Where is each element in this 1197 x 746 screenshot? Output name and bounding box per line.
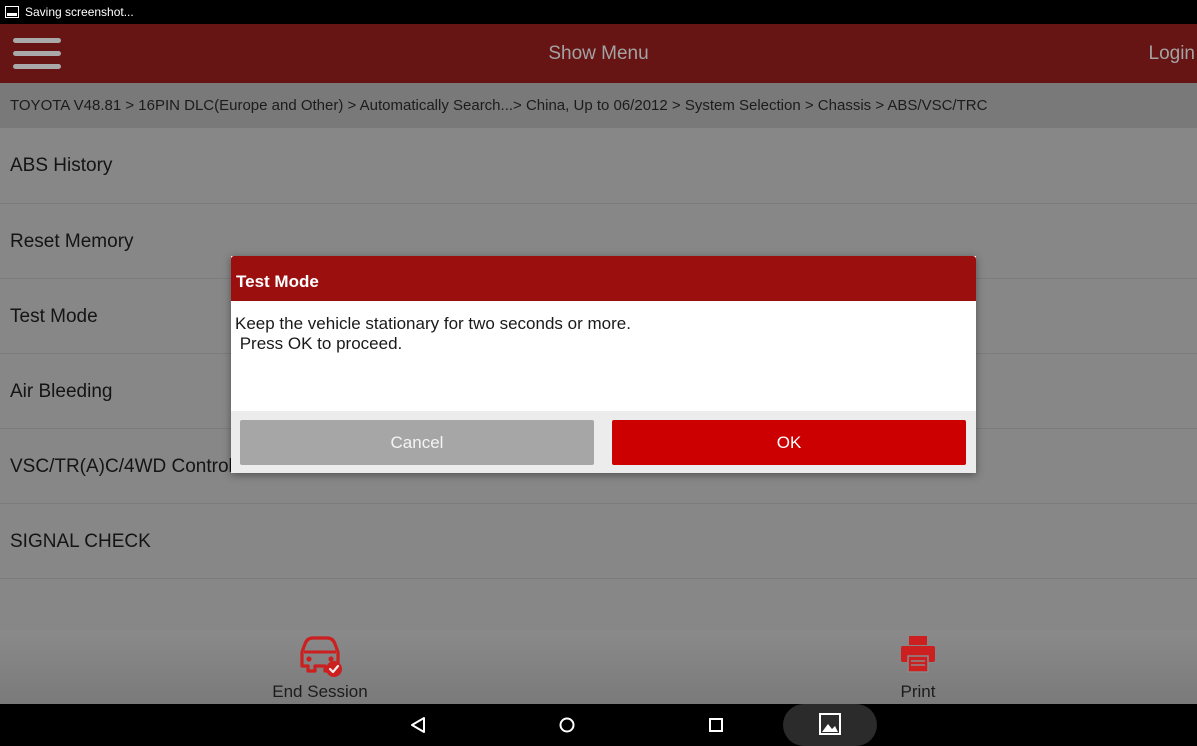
end-session-button[interactable]: End Session	[240, 630, 400, 704]
status-text: Saving screenshot...	[25, 5, 134, 19]
end-session-label: End Session	[272, 682, 368, 701]
gallery-icon[interactable]	[783, 704, 877, 746]
back-icon[interactable]	[398, 704, 438, 746]
menu-icon[interactable]	[13, 36, 61, 72]
android-nav-bar	[0, 704, 1197, 746]
test-mode-dialog: Test Mode Keep the vehicle stationary fo…	[231, 256, 976, 473]
top-app-bar: Show Menu Login	[0, 24, 1197, 83]
breadcrumb: TOYOTA V48.81 > 16PIN DLC(Europe and Oth…	[0, 83, 1197, 128]
menu-item-signal-check[interactable]: SIGNAL CHECK	[0, 504, 1197, 579]
dialog-message-line2: Press OK to proceed.	[235, 334, 403, 353]
ok-button[interactable]: OK	[612, 420, 966, 465]
print-button[interactable]: Print	[838, 630, 998, 704]
dialog-button-bar: Cancel OK	[231, 411, 976, 473]
show-menu-title[interactable]: Show Menu	[0, 24, 1197, 83]
screenshot-icon	[5, 6, 19, 18]
car-check-icon	[300, 636, 342, 677]
dialog-title: Test Mode	[231, 256, 976, 301]
print-label: Print	[900, 682, 936, 701]
bottom-toolbar: End Session Print	[0, 630, 1197, 704]
cancel-button[interactable]: Cancel	[240, 420, 594, 465]
recents-icon[interactable]	[696, 704, 736, 746]
dialog-message: Keep the vehicle stationary for two seco…	[231, 301, 976, 411]
menu-item-abs-history[interactable]: ABS History	[0, 128, 1197, 204]
home-icon[interactable]	[547, 704, 587, 746]
dialog-message-line1: Keep the vehicle stationary for two seco…	[235, 314, 631, 333]
login-button[interactable]: Login	[1149, 24, 1196, 83]
status-bar: Saving screenshot...	[0, 0, 1197, 24]
printer-icon	[901, 636, 935, 673]
